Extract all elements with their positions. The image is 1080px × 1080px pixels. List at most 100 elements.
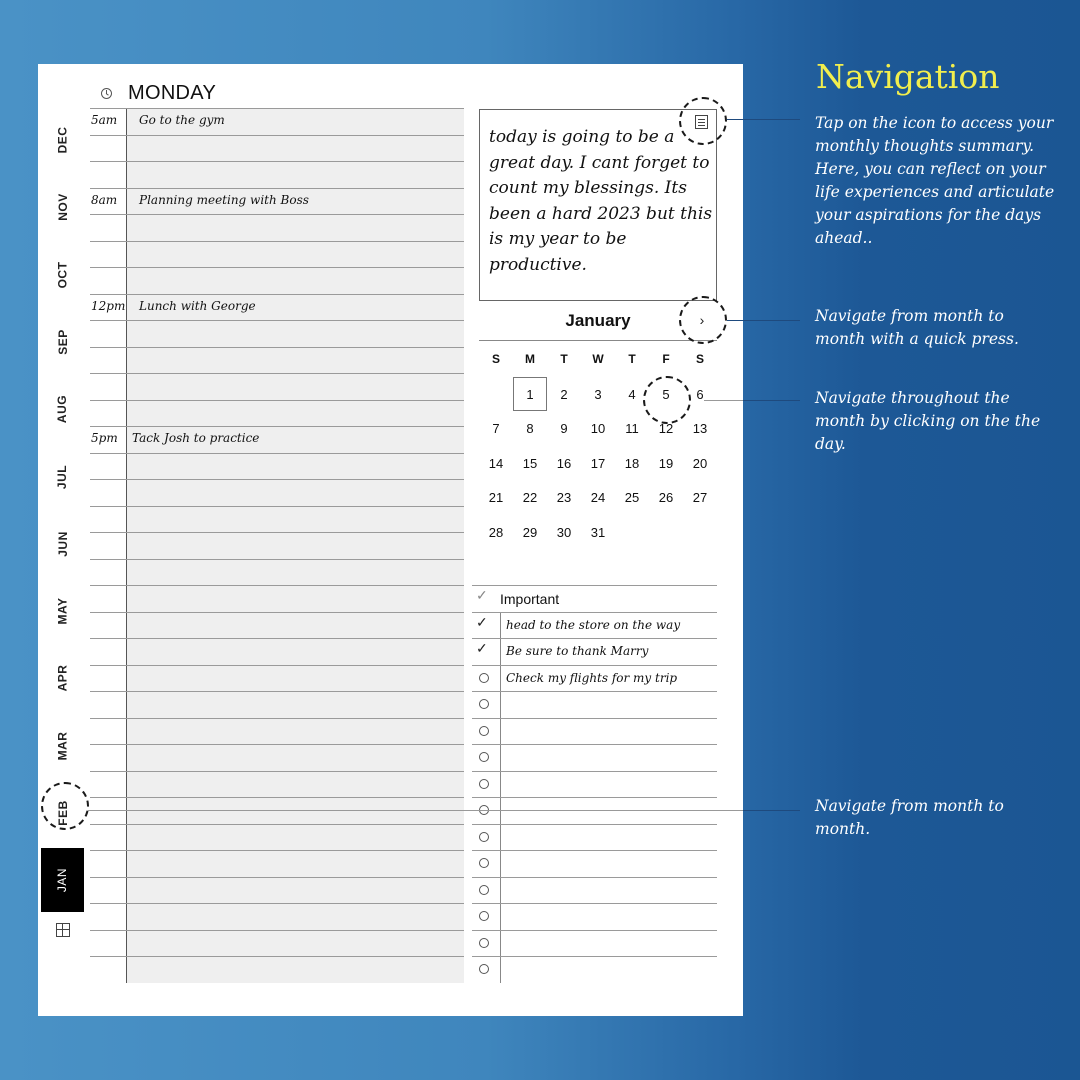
- unchecked-box-icon[interactable]: [479, 858, 489, 868]
- schedule-row[interactable]: [90, 691, 464, 718]
- month-tab-nov[interactable]: NOV: [41, 175, 84, 239]
- schedule-row[interactable]: 8am Planning meeting with Boss: [90, 187, 464, 215]
- calendar-day-23[interactable]: 23: [547, 481, 581, 515]
- calendar-day-10[interactable]: 10: [581, 412, 615, 446]
- schedule-row[interactable]: [90, 717, 464, 745]
- checked-box-icon[interactable]: ✓: [476, 640, 488, 657]
- next-month-button[interactable]: ›: [692, 310, 712, 330]
- schedule-row[interactable]: [90, 770, 464, 798]
- month-tab-jul[interactable]: JUL: [41, 445, 84, 509]
- calendar-day-29[interactable]: 29: [513, 515, 547, 549]
- schedule-row[interactable]: [90, 558, 464, 586]
- schedule-row[interactable]: [90, 638, 464, 665]
- calendar-day-20[interactable]: 20: [683, 446, 717, 480]
- schedule-row[interactable]: [90, 850, 464, 877]
- unchecked-box-icon[interactable]: [479, 937, 489, 948]
- unchecked-box-icon[interactable]: [479, 778, 489, 789]
- calendar-day-1[interactable]: 1: [513, 377, 547, 411]
- month-tab-feb[interactable]: FEB: [41, 781, 84, 845]
- schedule-row[interactable]: [90, 903, 464, 930]
- schedule-entry[interactable]: Go to the gym: [139, 113, 225, 127]
- schedule-row[interactable]: [90, 611, 464, 639]
- schedule-row[interactable]: [90, 399, 464, 427]
- month-tab-jan[interactable]: JAN: [41, 848, 84, 913]
- grid-icon[interactable]: [56, 923, 70, 937]
- schedule-row[interactable]: [90, 134, 464, 162]
- schedule-row[interactable]: [90, 505, 464, 533]
- month-tab-oct[interactable]: OCT: [41, 243, 84, 307]
- calendar-day-11[interactable]: 11: [615, 412, 649, 446]
- schedule-row[interactable]: [90, 373, 464, 400]
- thoughts-text[interactable]: today is going to be a great day. I cant…: [489, 125, 714, 278]
- schedule-row[interactable]: [90, 664, 464, 692]
- task-text[interactable]: head to the store on the way: [506, 618, 680, 632]
- schedule-row[interactable]: [90, 876, 464, 904]
- calendar-day-13[interactable]: 13: [683, 412, 717, 446]
- calendar-day-4[interactable]: 4: [615, 377, 649, 411]
- calendar-day-3[interactable]: 3: [581, 377, 615, 411]
- month-tab-aug[interactable]: AUG: [41, 377, 84, 441]
- unchecked-box-icon[interactable]: [479, 725, 489, 736]
- thoughts-box[interactable]: today is going to be a great day. I cant…: [479, 109, 717, 301]
- schedule-row[interactable]: [90, 744, 464, 771]
- schedule-row[interactable]: [90, 346, 464, 374]
- unchecked-box-icon[interactable]: [479, 831, 489, 842]
- unchecked-box-icon[interactable]: [479, 699, 489, 709]
- calendar-day-30[interactable]: 30: [547, 515, 581, 549]
- schedule-row[interactable]: [90, 320, 464, 347]
- notes-icon[interactable]: [695, 115, 708, 129]
- schedule-row[interactable]: [90, 267, 464, 294]
- month-tab-jun[interactable]: JUN: [41, 512, 84, 576]
- schedule-row[interactable]: [90, 161, 464, 188]
- month-tab-dec[interactable]: DEC: [41, 108, 84, 172]
- calendar-day-15[interactable]: 15: [513, 446, 547, 480]
- schedule-row[interactable]: [90, 240, 464, 268]
- calendar-day-28[interactable]: 28: [479, 515, 513, 549]
- calendar-day-16[interactable]: 16: [547, 446, 581, 480]
- calendar-day-6[interactable]: 6: [683, 377, 717, 411]
- calendar-day-12[interactable]: 12: [649, 412, 683, 446]
- unchecked-box-icon[interactable]: [479, 672, 489, 683]
- schedule-entry[interactable]: Lunch with George: [139, 299, 256, 313]
- calendar-day-22[interactable]: 22: [513, 481, 547, 515]
- schedule-entry[interactable]: Planning meeting with Boss: [139, 193, 309, 207]
- calendar-day-2[interactable]: 2: [547, 377, 581, 411]
- schedule-row[interactable]: [90, 479, 464, 506]
- task-text[interactable]: Check my flights for my trip: [506, 671, 677, 685]
- calendar-day-7[interactable]: 7: [479, 412, 513, 446]
- schedule-row[interactable]: [90, 214, 464, 241]
- unchecked-box-icon[interactable]: [479, 911, 489, 921]
- calendar-day-5[interactable]: 5: [649, 377, 683, 411]
- schedule-row[interactable]: 5pm Tack Josh to practice: [90, 426, 464, 453]
- month-tab-mar[interactable]: MAR: [41, 714, 84, 778]
- calendar-day-18[interactable]: 18: [615, 446, 649, 480]
- calendar-day-21[interactable]: 21: [479, 481, 513, 515]
- checked-box-icon[interactable]: ✓: [476, 614, 488, 631]
- schedule-entry[interactable]: Tack Josh to practice: [132, 431, 259, 445]
- calendar-day-8[interactable]: 8: [513, 412, 547, 446]
- calendar-day-26[interactable]: 26: [649, 481, 683, 515]
- schedule-row[interactable]: [90, 532, 464, 559]
- schedule-row[interactable]: 12pm Lunch with George: [90, 293, 464, 321]
- month-tab-sep[interactable]: SEP: [41, 310, 84, 374]
- calendar-day-9[interactable]: 9: [547, 412, 581, 446]
- calendar-day-31[interactable]: 31: [581, 515, 615, 549]
- schedule-row[interactable]: 5am Go to the gym: [90, 108, 464, 135]
- schedule-row[interactable]: [90, 956, 464, 983]
- month-tab-apr[interactable]: APR: [41, 646, 84, 710]
- month-tab-may[interactable]: MAY: [41, 579, 84, 643]
- schedule-row[interactable]: [90, 929, 464, 957]
- calendar-day-27[interactable]: 27: [683, 481, 717, 515]
- schedule-row[interactable]: [90, 823, 464, 851]
- calendar-day-25[interactable]: 25: [615, 481, 649, 515]
- calendar-day-24[interactable]: 24: [581, 481, 615, 515]
- calendar-day-14[interactable]: 14: [479, 446, 513, 480]
- calendar-day-19[interactable]: 19: [649, 446, 683, 480]
- unchecked-box-icon[interactable]: [479, 884, 489, 895]
- task-text[interactable]: Be sure to thank Marry: [506, 644, 648, 658]
- schedule-row[interactable]: [90, 585, 464, 612]
- unchecked-box-icon[interactable]: [479, 964, 489, 974]
- unchecked-box-icon[interactable]: [479, 752, 489, 762]
- schedule-row[interactable]: [90, 452, 464, 480]
- calendar-day-17[interactable]: 17: [581, 446, 615, 480]
